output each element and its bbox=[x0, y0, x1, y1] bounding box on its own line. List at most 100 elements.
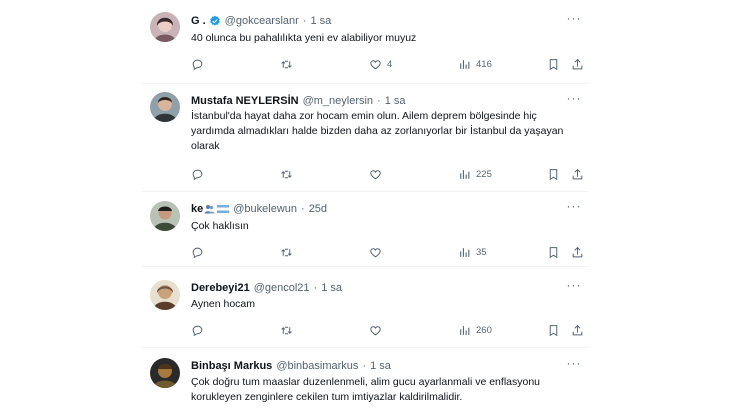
tweet-header: ke @bukelewun · 25d bbox=[191, 201, 327, 217]
retweet-button[interactable] bbox=[280, 166, 298, 182]
like-button[interactable] bbox=[369, 166, 387, 182]
views-button[interactable]: 225 bbox=[458, 166, 492, 182]
tweet-header: G . @gokcearslanr · 1 sa bbox=[191, 13, 331, 29]
display-name[interactable]: ke bbox=[191, 201, 203, 217]
view-count: 35 bbox=[476, 246, 487, 258]
like-button[interactable] bbox=[369, 322, 387, 338]
reply-icon bbox=[192, 325, 203, 336]
avatar[interactable] bbox=[150, 280, 180, 310]
views-button[interactable]: 260 bbox=[458, 322, 492, 338]
display-name[interactable]: Mustafa NEYLERSİN bbox=[191, 93, 299, 109]
reply-button[interactable] bbox=[191, 322, 209, 338]
retweet-icon bbox=[281, 248, 292, 256]
display-name[interactable]: G . bbox=[191, 13, 206, 29]
views-button[interactable]: 35 bbox=[458, 244, 487, 260]
bookmark-button[interactable] bbox=[547, 56, 560, 72]
bookmark-icon bbox=[549, 58, 558, 70]
tweet[interactable]: Mustafa NEYLERSİN @m_neylersin · 1 sa ··… bbox=[142, 84, 588, 192]
view-count: 416 bbox=[476, 58, 492, 70]
separator: · bbox=[302, 15, 307, 27]
action-bar: 260 bbox=[191, 322, 583, 338]
tweet-text: Çok doğru tum maaslar duzenlenmeli, alim… bbox=[191, 376, 541, 403]
timestamp[interactable]: 1 sa bbox=[311, 13, 332, 29]
share-icon bbox=[572, 168, 583, 179]
like-count: 4 bbox=[387, 58, 393, 70]
reply-icon bbox=[192, 169, 203, 180]
avatar[interactable] bbox=[150, 12, 180, 42]
timestamp[interactable]: 25d bbox=[309, 201, 327, 217]
like-icon bbox=[370, 325, 381, 335]
argentina-flag-icon bbox=[217, 205, 230, 213]
verified-badge-icon bbox=[209, 15, 220, 26]
retweet-icon bbox=[281, 170, 292, 178]
views-button[interactable]: 416 bbox=[458, 56, 492, 72]
tweet[interactable]: Binbaşı Markus @binbasimarkus · 1 sa ···… bbox=[142, 348, 588, 420]
retweet-icon bbox=[281, 326, 292, 334]
tweet[interactable]: ke @bukelewun · 25d ··· Çok haklısın 35 bbox=[142, 192, 588, 267]
share-button[interactable] bbox=[571, 166, 584, 182]
tweet-header: Binbaşı Markus @binbasimarkus · 1 sa bbox=[191, 358, 391, 374]
display-name[interactable]: Binbaşı Markus bbox=[191, 358, 272, 374]
bookmark-button[interactable] bbox=[547, 166, 560, 182]
more-icon[interactable]: ··· bbox=[566, 200, 582, 217]
reply-button[interactable] bbox=[191, 56, 209, 72]
tweet-header: Derebeyi21 @gencol21 · 1 sa bbox=[191, 280, 342, 296]
retweet-button[interactable] bbox=[280, 322, 298, 338]
bookmark-icon bbox=[549, 168, 558, 180]
reply-button[interactable] bbox=[191, 244, 209, 260]
bookmark-button[interactable] bbox=[547, 244, 560, 260]
like-button[interactable]: 4 bbox=[369, 56, 392, 72]
timestamp[interactable]: 1 sa bbox=[370, 358, 391, 374]
tweet-header: Mustafa NEYLERSİN @m_neylersin · 1 sa bbox=[191, 93, 406, 109]
avatar[interactable] bbox=[150, 201, 180, 231]
tweet-text: İstanbul'da hayat daha zor hocam emin ol… bbox=[191, 110, 564, 152]
bookmark-button[interactable] bbox=[547, 322, 560, 338]
like-button[interactable] bbox=[369, 244, 387, 260]
separator: · bbox=[313, 282, 318, 294]
tweet[interactable]: Derebeyi21 @gencol21 · 1 sa ··· Aynen ho… bbox=[142, 267, 588, 348]
bookmark-icon bbox=[549, 246, 558, 258]
bookmark-icon bbox=[549, 324, 558, 336]
reply-icon bbox=[192, 59, 203, 70]
timestamp[interactable]: 1 sa bbox=[385, 93, 406, 109]
share-button[interactable] bbox=[571, 244, 584, 260]
retweet-button[interactable] bbox=[280, 56, 298, 72]
share-icon bbox=[572, 58, 583, 69]
action-bar: 35 bbox=[191, 244, 583, 260]
more-icon[interactable]: ··· bbox=[566, 279, 582, 296]
action-bar: 225 bbox=[191, 166, 583, 182]
more-icon[interactable]: ··· bbox=[566, 92, 582, 109]
handle[interactable]: @gokcearslanr bbox=[225, 13, 299, 29]
separator: · bbox=[301, 203, 305, 215]
like-icon bbox=[370, 169, 381, 179]
action-bar: 4 416 bbox=[191, 56, 583, 72]
more-icon[interactable]: ··· bbox=[566, 12, 582, 29]
handle[interactable]: @gencol21 bbox=[254, 280, 310, 296]
share-button[interactable] bbox=[571, 322, 584, 338]
retweet-button[interactable] bbox=[280, 244, 298, 260]
reply-button[interactable] bbox=[191, 166, 209, 182]
timestamp[interactable]: 1 sa bbox=[321, 280, 342, 296]
handle[interactable]: @m_neylersin bbox=[303, 93, 373, 109]
share-button[interactable] bbox=[571, 56, 584, 72]
views-icon bbox=[460, 247, 470, 257]
tweet-text: Çok haklısın bbox=[191, 220, 249, 232]
avatar[interactable] bbox=[150, 358, 180, 388]
tweet-text: Aynen hocam bbox=[191, 298, 256, 310]
like-icon bbox=[370, 247, 381, 257]
separator: · bbox=[362, 360, 367, 372]
view-count: 225 bbox=[476, 168, 492, 180]
handle[interactable]: @binbasimarkus bbox=[276, 358, 358, 374]
share-icon bbox=[572, 324, 583, 335]
views-icon bbox=[460, 59, 470, 69]
tweet[interactable]: G . @gokcearslanr · 1 sa ··· 40 olunca b… bbox=[142, 0, 588, 84]
handle[interactable]: @bukelewun bbox=[233, 201, 297, 217]
like-icon bbox=[370, 59, 381, 69]
avatar[interactable] bbox=[150, 92, 180, 122]
views-icon bbox=[460, 169, 470, 179]
view-count: 260 bbox=[476, 324, 492, 336]
display-name[interactable]: Derebeyi21 bbox=[191, 280, 250, 296]
share-icon bbox=[572, 246, 583, 257]
replies-feed: G . @gokcearslanr · 1 sa ··· 40 olunca b… bbox=[142, 0, 588, 420]
more-icon[interactable]: ··· bbox=[566, 357, 582, 374]
